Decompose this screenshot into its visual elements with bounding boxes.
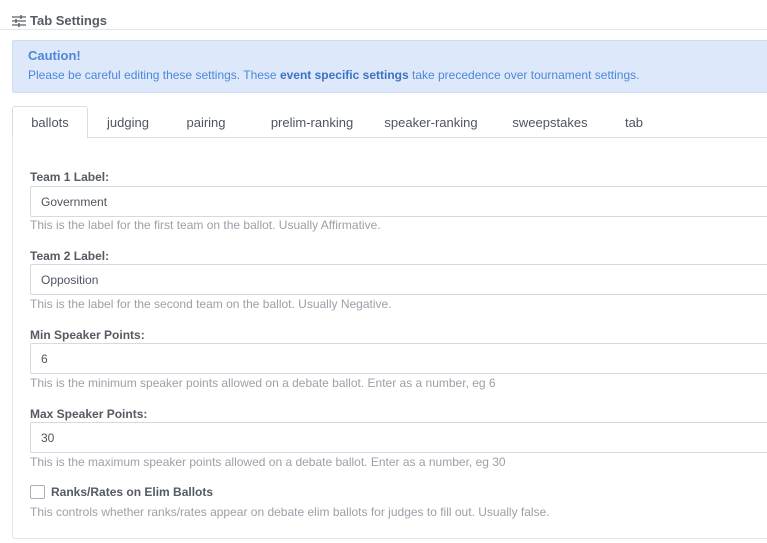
min-speaker-points-label: Min Speaker Points:: [30, 328, 145, 342]
tab-pairing[interactable]: pairing: [172, 106, 240, 138]
team2-label-input[interactable]: [30, 264, 767, 295]
max-speaker-points-help: This is the maximum speaker points allow…: [30, 455, 506, 469]
caution-alert: Caution! Please be careful editing these…: [12, 40, 767, 93]
team2-label-label: Team 2 Label:: [30, 249, 110, 263]
min-speaker-points-help: This is the minimum speaker points allow…: [30, 376, 496, 390]
max-speaker-points-label: Max Speaker Points:: [30, 407, 148, 421]
elim-ranks-label[interactable]: Ranks/Rates on Elim Ballots: [51, 485, 213, 499]
caution-emphasis: event specific settings: [279, 68, 409, 82]
caution-text-end: take precedence over tournament settings…: [408, 68, 640, 82]
elim-ranks-help: This controls whether ranks/rates appear…: [30, 505, 550, 519]
min-speaker-points-input[interactable]: [30, 343, 767, 374]
sliders-icon: [12, 14, 26, 27]
team1-label-label: Team 1 Label:: [30, 170, 110, 184]
caution-text-start: Please be careful editing these settings…: [28, 68, 280, 82]
team1-label-input[interactable]: [30, 186, 767, 217]
settings-tabs: ballots judging pairing prelim-ranking s…: [12, 106, 767, 139]
team2-label-help: This is the label for the second team on…: [30, 297, 392, 311]
max-speaker-points-input[interactable]: [30, 422, 767, 453]
tab-sweepstakes[interactable]: sweepstakes: [500, 106, 600, 138]
page-title: Tab Settings: [30, 12, 108, 28]
caution-message: Please be careful editing these settings…: [28, 68, 756, 82]
elim-ranks-checkbox[interactable]: [30, 485, 45, 499]
tab-tab[interactable]: tab: [612, 106, 656, 138]
tab-speaker-ranking[interactable]: speaker-ranking: [372, 106, 490, 138]
team1-label-help: This is the label for the first team on …: [30, 218, 381, 232]
header-divider: [0, 29, 767, 30]
caution-title: Caution!: [28, 48, 81, 63]
tab-prelim-ranking[interactable]: prelim-ranking: [252, 106, 372, 138]
page-header: Tab Settings: [12, 10, 107, 30]
tab-judging[interactable]: judging: [93, 106, 163, 138]
tab-ballots[interactable]: ballots: [12, 106, 88, 139]
